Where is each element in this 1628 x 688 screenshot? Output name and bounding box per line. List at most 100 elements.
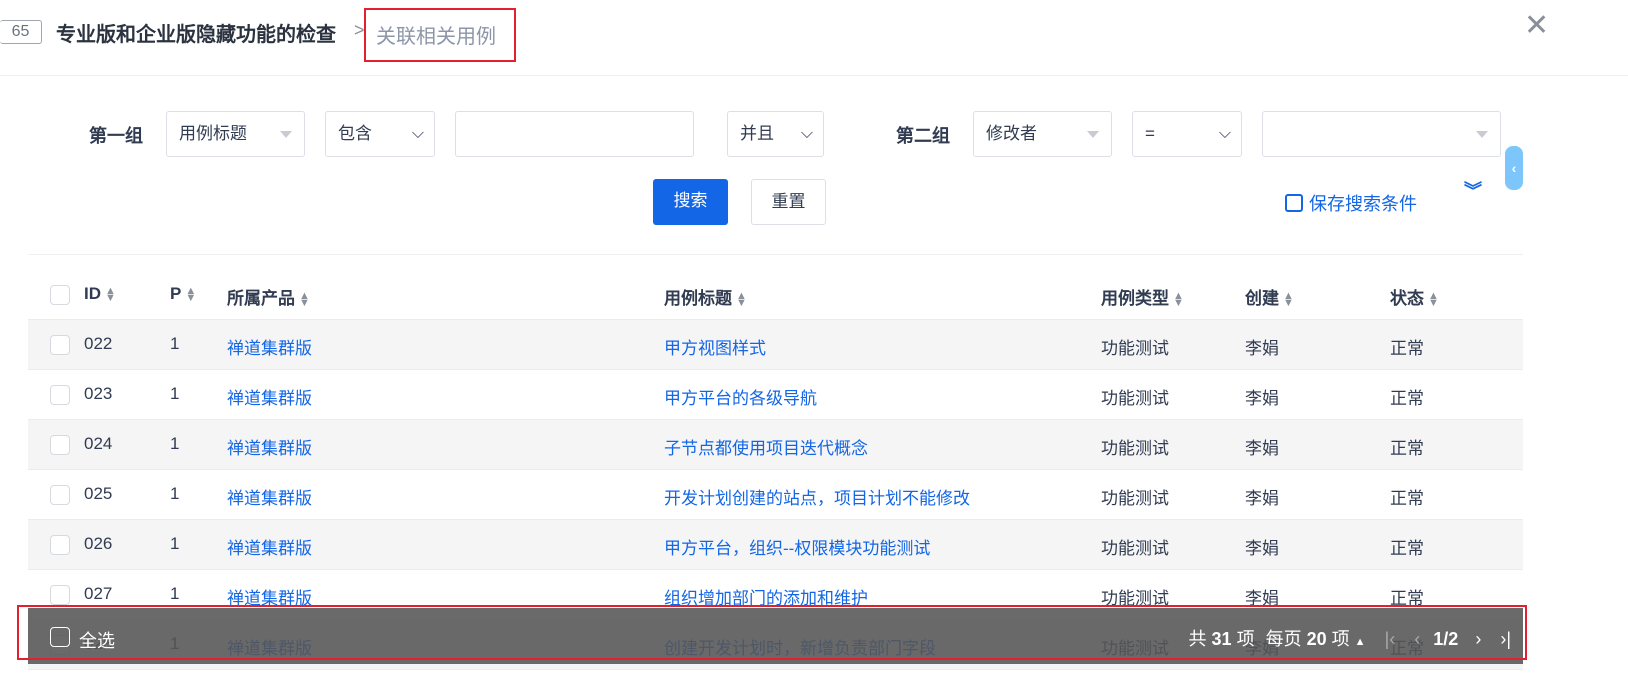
- reset-button[interactable]: 重置: [751, 179, 826, 225]
- cell-creator: 李娟: [1245, 439, 1279, 458]
- cell-status: 正常: [1390, 539, 1424, 558]
- col-product[interactable]: 所属产品 ▲ ▼: [227, 284, 310, 309]
- expand-double-chevron-icon[interactable]: ︾: [1464, 182, 1482, 200]
- divider: [28, 254, 1523, 255]
- dropdown-triangle-icon: [280, 131, 292, 138]
- logic-value: 并且: [740, 124, 774, 143]
- group1-operator-value: 包含: [338, 124, 372, 143]
- row-checkbox[interactable]: [50, 335, 70, 355]
- col-id[interactable]: ID ▲ ▼: [84, 284, 116, 304]
- cell-creator: 李娟: [1245, 389, 1279, 408]
- group2-label: 第二组: [896, 126, 950, 146]
- group1-label: 第一组: [89, 126, 143, 146]
- breadcrumb-separator: >: [354, 20, 365, 40]
- cell-type: 功能测试: [1101, 439, 1169, 458]
- chevron-down-icon: ⌵: [411, 125, 424, 142]
- row-checkbox[interactable]: [50, 435, 70, 455]
- col-status[interactable]: 状态 ▲ ▼: [1390, 284, 1439, 309]
- cell-id: 024: [84, 434, 113, 453]
- table-row: 024 1 禅道集群版 子节点都使用项目迭代概念 功能测试 李娟 正常: [28, 420, 1523, 470]
- cell-creator: 李娟: [1245, 539, 1279, 558]
- cell-status: 正常: [1390, 439, 1424, 458]
- sort-icon: ▲ ▼: [185, 284, 197, 304]
- cell-status: 正常: [1390, 489, 1424, 508]
- cell-title[interactable]: 甲方平台，组织--权限模块功能测试: [664, 534, 930, 559]
- cell-creator: 李娟: [1245, 339, 1279, 358]
- cell-product[interactable]: 禅道集群版: [227, 434, 312, 459]
- cell-id: 022: [84, 334, 113, 353]
- modal-header: 65 专业版和企业版隐藏功能的检查 > 关联相关用例 ✕: [0, 0, 1628, 76]
- cell-product[interactable]: 禅道集群版: [227, 334, 312, 359]
- group1-field-value: 用例标题: [179, 124, 247, 143]
- logic-select[interactable]: 并且 ⌵: [727, 111, 824, 157]
- cell-product[interactable]: 禅道集群版: [227, 484, 312, 509]
- cell-title[interactable]: 开发计划创建的站点，项目计划不能修改: [664, 484, 970, 509]
- header-checkbox[interactable]: [50, 285, 70, 305]
- save-search-button[interactable]: 保存搜索条件: [1285, 190, 1417, 216]
- cell-status: 正常: [1390, 339, 1424, 358]
- highlight-box: [17, 605, 1527, 660]
- sort-icon: ▲ ▼: [1173, 289, 1184, 309]
- chevron-down-icon: ⌵: [1218, 125, 1231, 142]
- cell-creator: 李娟: [1245, 489, 1279, 508]
- group2-operator-value: =: [1145, 124, 1155, 143]
- cell-priority: 1: [170, 384, 180, 403]
- table-row: 023 1 禅道集群版 甲方平台的各级导航 功能测试 李娟 正常: [28, 370, 1523, 420]
- cell-id: 026: [84, 534, 113, 553]
- col-title[interactable]: 用例标题 ▲ ▼: [664, 284, 747, 309]
- row-checkbox[interactable]: [50, 535, 70, 555]
- col-priority[interactable]: P ▲ ▼: [170, 284, 196, 304]
- cell-title[interactable]: 甲方视图样式: [664, 334, 766, 359]
- row-checkbox[interactable]: [50, 485, 70, 505]
- group2-field-value: 修改者: [986, 124, 1037, 143]
- cell-priority: 1: [170, 534, 180, 553]
- cell-product[interactable]: 禅道集群版: [227, 534, 312, 559]
- row-checkbox[interactable]: [50, 585, 70, 605]
- cell-priority: 1: [170, 484, 180, 503]
- group2-field-select[interactable]: 修改者: [973, 111, 1112, 157]
- col-type[interactable]: 用例类型 ▲ ▼: [1101, 284, 1184, 309]
- group1-operator-select[interactable]: 包含 ⌵: [325, 111, 435, 157]
- table-row: 025 1 禅道集群版 开发计划创建的站点，项目计划不能修改 功能测试 李娟 正常: [28, 470, 1523, 520]
- cell-title[interactable]: 子节点都使用项目迭代概念: [664, 434, 868, 459]
- cell-id: 025: [84, 484, 113, 503]
- cell-id: 027: [84, 584, 113, 603]
- cell-priority: 1: [170, 334, 180, 353]
- cell-title[interactable]: 甲方平台的各级导航: [664, 384, 817, 409]
- sort-icon: ▲ ▼: [299, 289, 310, 309]
- cell-id: 023: [84, 384, 113, 403]
- table-header: ID ▲ ▼ P ▲ ▼ 所属产品 ▲ ▼ 用例标题 ▲ ▼ 用例类型 ▲ ▼ 创建 ▲ ▼ 状态 ▲ ▼: [28, 270, 1523, 320]
- cell-status: 正常: [1390, 389, 1424, 408]
- chevron-left-icon: ‹: [1511, 160, 1517, 176]
- case-id-badge: 65: [0, 20, 42, 44]
- cell-product[interactable]: 禅道集群版: [227, 384, 312, 409]
- cell-type: 功能测试: [1101, 489, 1169, 508]
- sort-icon: ▲ ▼: [105, 284, 116, 304]
- sort-icon: ▲ ▼: [1283, 289, 1294, 309]
- cell-priority: 1: [170, 584, 180, 603]
- table-row: 022 1 禅道集群版 甲方视图样式 功能测试 李娟 正常: [28, 320, 1523, 370]
- cell-priority: 1: [170, 434, 180, 453]
- cell-type: 功能测试: [1101, 389, 1169, 408]
- case-title: 专业版和企业版隐藏功能的检查: [56, 24, 336, 46]
- group1-value-input[interactable]: [455, 111, 694, 157]
- close-icon[interactable]: ✕: [1524, 8, 1549, 43]
- cell-type: 功能测试: [1101, 539, 1169, 558]
- save-search-label: 保存搜索条件: [1309, 194, 1417, 214]
- group2-value-select[interactable]: [1262, 111, 1501, 157]
- col-creator[interactable]: 创建 ▲ ▼: [1245, 284, 1294, 309]
- cell-type: 功能测试: [1101, 339, 1169, 358]
- sort-icon: ▲ ▼: [736, 289, 747, 309]
- side-panel-toggle[interactable]: ‹: [1505, 146, 1523, 190]
- group2-operator-select[interactable]: = ⌵: [1132, 111, 1242, 157]
- dropdown-triangle-icon: [1087, 131, 1099, 138]
- chevron-down-icon: ⌵: [800, 125, 813, 142]
- row-checkbox[interactable]: [50, 385, 70, 405]
- dropdown-triangle-icon: [1476, 131, 1488, 138]
- sort-icon: ▲ ▼: [1428, 289, 1439, 309]
- breadcrumb-current: 关联相关用例: [364, 8, 516, 62]
- save-icon: [1285, 194, 1303, 212]
- group1-field-select[interactable]: 用例标题: [166, 111, 305, 157]
- search-button[interactable]: 搜索: [653, 179, 728, 225]
- table-row: 026 1 禅道集群版 甲方平台，组织--权限模块功能测试 功能测试 李娟 正常: [28, 520, 1523, 570]
